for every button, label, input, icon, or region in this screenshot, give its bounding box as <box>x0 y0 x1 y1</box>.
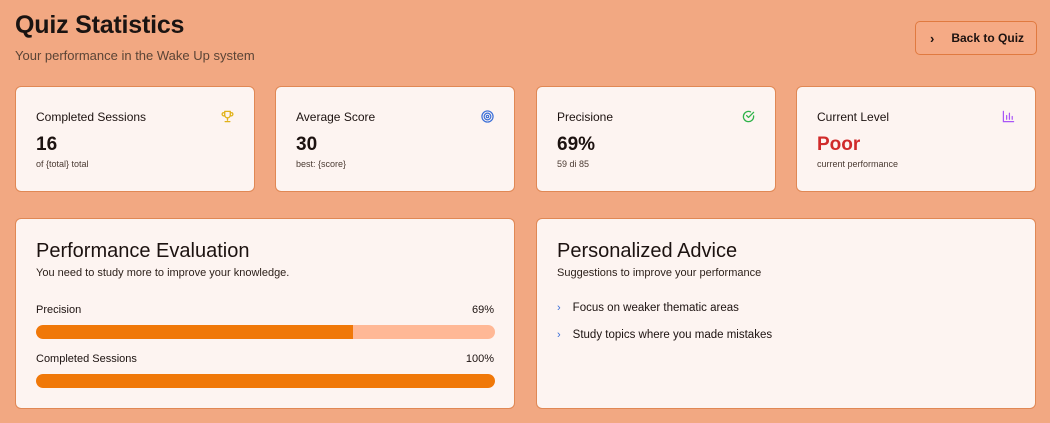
check-circle-icon <box>742 110 755 123</box>
stat-label: Current Level <box>817 110 890 124</box>
trophy-icon <box>221 110 234 123</box>
metric-label: Completed Sessions <box>36 353 137 365</box>
stat-sub: of {total} total <box>36 159 89 169</box>
stat-sub: best: {score} <box>296 159 347 169</box>
panel-title: Personalized Advice <box>557 240 738 262</box>
chevron-right-icon: › <box>557 329 561 341</box>
chevron-right-icon: › <box>557 302 561 314</box>
stat-label: Completed Sessions <box>36 110 147 124</box>
performance-evaluation-panel: Performance Evaluation You need to study… <box>15 218 515 409</box>
progress-bar-fill <box>36 374 495 388</box>
metric-value: 69% <box>471 304 494 316</box>
stat-value: Poor <box>817 134 861 155</box>
stat-card-completed-sessions: Completed Sessions 16 of {total} total <box>15 86 255 192</box>
chevron-right-icon: › <box>930 30 935 46</box>
page-title: Quiz Statistics <box>15 11 185 39</box>
back-button-label: Back to Quiz <box>951 31 1025 45</box>
stat-card-current-level: Current Level Poor current performance <box>796 86 1036 192</box>
advice-item: › Focus on weaker thematic areas <box>557 302 739 314</box>
advice-item-text: Focus on weaker thematic areas <box>572 302 739 314</box>
stat-card-average-score: Average Score 30 best: {score} <box>275 86 515 192</box>
stat-label: Average Score <box>296 110 376 124</box>
page-subtitle: Your performance in the Wake Up system <box>15 48 255 63</box>
stat-card-precision: Precisione 69% 59 di 85 <box>536 86 776 192</box>
advice-item-text: Study topics where you made mistakes <box>572 329 773 341</box>
panel-title: Performance Evaluation <box>36 240 250 262</box>
bar-chart-icon <box>1002 110 1015 123</box>
target-icon <box>481 110 494 123</box>
advice-item: › Study topics where you made mistakes <box>557 329 772 341</box>
back-to-quiz-button[interactable]: › Back to Quiz <box>915 21 1037 55</box>
panel-description: Suggestions to improve your performance <box>557 267 762 279</box>
stat-label: Precisione <box>557 110 614 124</box>
progress-bar-track <box>36 374 495 388</box>
metric-value: 100% <box>465 353 494 365</box>
stat-sub: current performance <box>817 159 899 169</box>
stat-sub: 59 di 85 <box>557 159 590 169</box>
progress-bar-fill <box>36 325 353 339</box>
panel-description: You need to study more to improve your k… <box>36 267 290 279</box>
personalized-advice-panel: Personalized Advice Suggestions to impro… <box>536 218 1036 409</box>
stat-value: 16 <box>36 134 58 155</box>
progress-bar-track <box>36 325 495 339</box>
metric-label: Precision <box>36 304 82 316</box>
stat-value: 30 <box>296 134 318 155</box>
stat-value: 69% <box>557 134 596 155</box>
